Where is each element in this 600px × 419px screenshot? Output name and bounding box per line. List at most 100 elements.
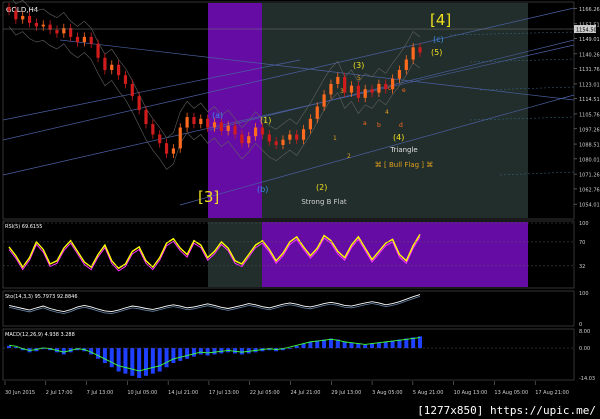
candle-body	[274, 141, 278, 145]
candle-body	[322, 94, 326, 107]
candle-body	[96, 43, 100, 58]
macd-bar	[7, 345, 11, 349]
macd-bar	[342, 341, 347, 349]
time-axis-label: 29 Jul 13:00	[331, 390, 361, 396]
candle-body	[117, 64, 121, 76]
rsi-tick-label: 100	[579, 221, 589, 227]
candle-body	[336, 76, 340, 84]
candle-body	[356, 85, 360, 98]
candle-body	[254, 127, 258, 137]
macd-bar	[164, 348, 169, 368]
macd-bar	[301, 343, 306, 349]
macd-bar	[198, 348, 203, 355]
macd-bar	[376, 342, 381, 349]
macd-bar	[315, 340, 320, 349]
rsi-zone-b	[262, 222, 528, 287]
sub-wave-label: (2)	[316, 183, 327, 192]
candle-body	[219, 122, 223, 131]
candle-body	[308, 118, 312, 130]
price-tick-label: 1088.51	[579, 143, 600, 149]
price-tick-label: 1149.01	[579, 37, 600, 43]
macd-title: MACD(12,26,9) 4.938 3.288	[5, 332, 75, 338]
macd-bar	[322, 339, 327, 349]
candle-body	[178, 127, 182, 149]
candle-body	[41, 24, 45, 27]
wave-label-3: [3]	[198, 188, 219, 206]
candle-body	[137, 96, 141, 111]
candle-body	[27, 15, 32, 23]
price-tick-label: 1123.01	[579, 82, 600, 88]
price-tick-label: 1054.01	[579, 203, 600, 209]
candle-body	[34, 22, 38, 27]
minor-wave-label: 4	[385, 109, 389, 116]
candle-body	[69, 28, 73, 37]
sub-wave-label: (b)	[257, 185, 268, 194]
watermark-text: [1277x850] https://upic.me/	[417, 404, 596, 417]
macd-bar	[178, 348, 183, 361]
candle-body	[14, 10, 18, 20]
candle-body	[260, 127, 265, 135]
time-axis-label: 30 Jun 2015	[5, 390, 35, 396]
rsi-title: RSI(5) 69.6155	[5, 224, 42, 230]
candle-body	[82, 36, 86, 43]
stoch-tick-100: 100	[579, 291, 589, 297]
time-axis-label: 10 Aug 13:00	[454, 390, 488, 396]
rsi-zone-a	[208, 222, 262, 287]
price-tick-label: 1071.26	[579, 173, 600, 179]
candle-body	[199, 118, 203, 125]
sub-wave-label: (1)	[260, 116, 271, 125]
candle-body	[212, 122, 217, 128]
candle-body	[144, 110, 148, 125]
minor-wave-label: 1	[333, 135, 337, 142]
time-axis-label: 10 Jul 05:00	[127, 390, 157, 396]
macd-bar	[191, 348, 196, 357]
macd-tick-label: -14.03	[579, 376, 595, 382]
macd-bar	[212, 348, 217, 355]
macd-bar	[383, 341, 388, 349]
macd-bar	[123, 348, 128, 374]
candle-body	[110, 64, 114, 70]
macd-bar	[363, 344, 368, 349]
candle-body	[288, 134, 292, 140]
minor-wave-label: d	[399, 122, 403, 129]
time-axis-label: 17 Aug 21:00	[535, 390, 569, 396]
macd-bar	[130, 348, 135, 376]
candle-body	[192, 117, 196, 125]
sub-wave-label: (a)	[212, 111, 223, 120]
candle-body	[89, 36, 93, 44]
minor-wave-label: 5	[357, 75, 361, 82]
candle-body	[123, 75, 128, 84]
candle-body	[206, 118, 210, 128]
candle-body	[55, 29, 59, 34]
macd-bar	[397, 339, 402, 349]
stoch-title: Sto(14,3,3) 95.7973 92.8846	[5, 294, 78, 300]
macd-bar	[239, 348, 244, 355]
rsi-tick-label: 70	[579, 240, 585, 246]
macd-bar	[349, 342, 354, 349]
minor-wave-label: 3	[340, 88, 344, 95]
candle-body	[404, 59, 408, 70]
pane-frame-3	[2, 328, 575, 381]
candle-body	[391, 78, 395, 90]
minor-wave-label: c	[388, 85, 391, 92]
stoch-tick-0: 0	[579, 322, 582, 328]
time-axis-label: 5 Aug 21:00	[413, 390, 444, 396]
note-bull-flag: ⌘ [ Bull Flag ] ⌘	[375, 161, 433, 169]
candle-body	[240, 134, 244, 144]
time-axis-label: 17 Jul 13:00	[209, 390, 239, 396]
time-axis-label: 14 Jul 21:00	[168, 390, 198, 396]
trading-chart: GOLD,H4 1166.261157.511149.011140.261131…	[2, 0, 600, 396]
candle-body	[397, 69, 402, 79]
candle-body	[329, 83, 333, 95]
macd-bar	[157, 348, 162, 372]
candle-body	[247, 136, 251, 144]
candle-body	[315, 106, 319, 119]
candle-body	[267, 134, 271, 142]
current-price-label: 1154.50	[576, 28, 597, 34]
macd-bar	[185, 348, 190, 359]
macd-bar	[205, 348, 210, 356]
minor-wave-label: a	[363, 120, 367, 127]
macd-bar	[150, 348, 155, 374]
time-axis-label: 22 Jul 05:00	[250, 390, 280, 396]
minor-wave-label: e	[402, 87, 406, 94]
